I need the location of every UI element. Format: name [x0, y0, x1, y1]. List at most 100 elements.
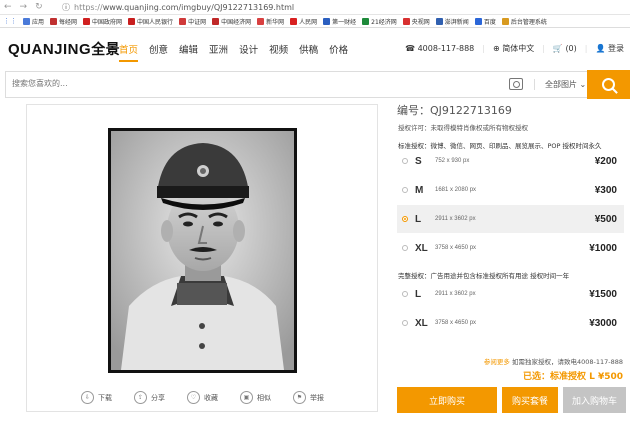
bookmark-favicon-icon — [179, 17, 187, 25]
bookmarks-bar: ⋮⋮ 应用 每经网 中国政府网 中国人民银行 中证网 中国经济网 新华网 人民网 第一财经 21经济… — [0, 15, 630, 28]
size-pixels: 3758 x 4650 px — [435, 320, 477, 326]
nav-item[interactable]: 首页 — [119, 42, 139, 62]
size-option[interactable]: M 1681 x 2080 px ¥300 — [397, 176, 624, 204]
size-label: XL — [415, 242, 428, 254]
permit-text: 授权许可：未取得模特肖像权或所有物权授权 — [398, 124, 528, 132]
bookmark-item[interactable]: 新华网 — [257, 17, 284, 26]
bookmark-item[interactable]: 第一财经 — [323, 17, 356, 26]
nav-item[interactable]: 创意 — [149, 42, 168, 62]
reload-icon[interactable]: ↻ — [35, 2, 43, 12]
portrait-image — [111, 131, 294, 370]
bookmark-favicon-icon — [323, 17, 331, 25]
image-preview-panel: ⇩ 下载 ⇪ 分享 ♡ 收藏 ▣ 相似 ⚑ 举报 — [26, 104, 378, 412]
site-logo[interactable]: QUANJING全景 — [8, 39, 120, 59]
buy-now-button[interactable]: 立即购买 — [397, 387, 497, 413]
size-label: M — [415, 184, 424, 196]
tool-label: 下载 — [98, 393, 112, 402]
bookmark-label: 中证网 — [188, 18, 207, 26]
bookmark-item[interactable]: 人民网 — [290, 17, 317, 26]
radio-button[interactable] — [402, 216, 408, 222]
radio-button[interactable] — [402, 187, 408, 193]
bookmark-label: 后台管理系统 — [510, 18, 547, 26]
size-pixels: 2911 x 3602 px — [435, 216, 476, 222]
bookmark-favicon-icon — [23, 17, 30, 25]
phone-link[interactable]: ☎ 4008-117-888 — [405, 44, 474, 53]
back-icon[interactable]: ← — [4, 2, 12, 12]
size-option[interactable]: XL 3758 x 4650 px ¥1000 — [397, 234, 624, 262]
size-pixels: 3758 x 4650 px — [435, 245, 477, 251]
bookmark-item[interactable]: 后台管理系统 — [501, 17, 547, 26]
radio-button[interactable] — [402, 158, 408, 164]
tool-label: 举报 — [310, 393, 324, 402]
search-input[interactable] — [12, 79, 312, 88]
bookmark-favicon-icon — [362, 17, 370, 25]
exclusive-note: 参阅更多 如需独家授权，请致电4008-117-888 — [484, 356, 623, 366]
bookmark-label: 中国人民银行 — [137, 18, 174, 26]
tool-label: 相似 — [257, 393, 271, 402]
tool-favorite-button[interactable]: ♡ 收藏 — [187, 391, 218, 404]
tool-share-button[interactable]: ⇪ 分享 — [134, 391, 165, 404]
nav-item[interactable]: 设计 — [239, 42, 258, 62]
size-option[interactable]: L 2911 x 3602 px ¥500 — [397, 205, 624, 233]
bookmark-item[interactable]: 央视网 — [402, 17, 430, 26]
bookmark-item[interactable]: 中国经济网 — [212, 17, 251, 26]
cart-link[interactable]: 🛒 (0) — [553, 44, 577, 53]
address-bar: ← → ↻ ⓘ https://www.quanjing.com/imgbuy/… — [0, 0, 630, 15]
size-pixels: 752 x 930 px — [435, 158, 470, 164]
size-price: ¥3000 — [589, 317, 617, 329]
bookmark-item[interactable]: 中证网 — [179, 17, 206, 26]
radio-button[interactable] — [402, 291, 408, 297]
bookmark-item[interactable]: 百度 — [474, 17, 496, 26]
language-selector[interactable]: ⊕ 简体中文 — [493, 43, 534, 54]
search-button[interactable] — [587, 70, 630, 99]
category-label: 全部图片 — [545, 80, 577, 89]
camera-icon[interactable] — [509, 78, 523, 90]
bookmark-favicon-icon — [128, 17, 136, 25]
category-select[interactable]: 全部图片 ⌄ — [534, 79, 586, 90]
tool-label: 分享 — [151, 393, 165, 402]
bookmark-item[interactable]: 中国人民银行 — [128, 17, 173, 26]
add-to-cart-button[interactable]: 加入购物车 — [563, 387, 626, 413]
size-label: S — [415, 155, 422, 167]
nav-item[interactable]: 编辑 — [179, 42, 198, 62]
size-label: L — [415, 288, 422, 300]
image-toolbar: ⇩ 下载 ⇪ 分享 ♡ 收藏 ▣ 相似 ⚑ 举报 — [81, 391, 324, 404]
size-option[interactable]: S 752 x 930 px ¥200 — [397, 147, 624, 175]
note-text: 如需独家授权，请致电4008-117-888 — [511, 358, 623, 366]
url-field[interactable]: ⓘ https://www.quanjing.com/imgbuy/QJ9122… — [62, 2, 294, 13]
search-icon — [602, 78, 615, 91]
tool-similar-button[interactable]: ▣ 相似 — [240, 391, 271, 404]
bookmark-label: 中国政府网 — [92, 18, 123, 26]
bookmark-label: 澎湃新闻 — [444, 18, 469, 26]
bookmark-label: 新华网 — [266, 18, 285, 26]
login-link[interactable]: 👤 登录 — [595, 43, 624, 54]
size-option[interactable]: L 2911 x 3602 px ¥1500 — [397, 280, 624, 308]
forward-icon[interactable]: → — [20, 2, 28, 12]
nav-item[interactable]: 亚洲 — [209, 42, 228, 62]
size-option[interactable]: XL 3758 x 4650 px ¥3000 — [397, 309, 624, 337]
bookmark-item[interactable]: 21经济网 — [362, 17, 397, 26]
size-price: ¥1500 — [589, 288, 617, 300]
radio-button[interactable] — [402, 245, 408, 251]
tool-report-button[interactable]: ⚑ 举报 — [293, 391, 324, 404]
bookmark-item[interactable]: 澎湃新闻 — [435, 17, 469, 26]
size-price: ¥300 — [594, 184, 617, 196]
bookmark-item[interactable]: 应用 — [23, 17, 44, 26]
apps-grid-icon[interactable]: ⋮⋮ — [3, 17, 17, 25]
nav-item[interactable]: 价格 — [329, 42, 348, 62]
similar-icon: ▣ — [240, 391, 253, 404]
more-link[interactable]: 参阅更多 — [484, 358, 510, 366]
logo-text-cn: 全景 — [91, 41, 121, 57]
share-icon: ⇪ — [134, 391, 147, 404]
nav-item[interactable]: 视频 — [269, 42, 288, 62]
bookmark-item[interactable]: 中国政府网 — [83, 17, 122, 26]
bookmark-item[interactable]: 每经网 — [50, 17, 77, 26]
radio-button[interactable] — [402, 320, 408, 326]
bookmark-label: 人民网 — [299, 18, 318, 26]
bookmark-label: 百度 — [483, 18, 496, 26]
action-buttons: 立即购买 购买套餐 加入购物车 — [397, 387, 626, 413]
tool-download-button[interactable]: ⇩ 下载 — [81, 391, 112, 404]
nav-item[interactable]: 供稿 — [299, 42, 318, 62]
buy-package-button[interactable]: 购买套餐 — [502, 387, 558, 413]
bookmark-favicon-icon — [290, 17, 298, 25]
